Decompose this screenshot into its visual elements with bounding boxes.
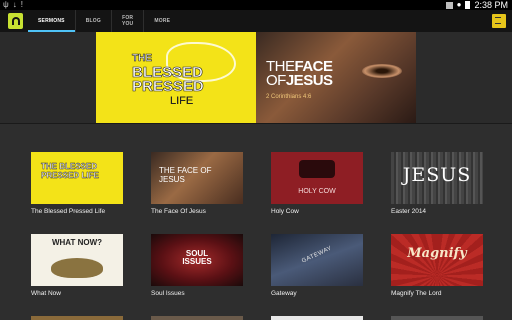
sermon-thumbnail: THE FACE OF JESUS (151, 152, 243, 204)
eye-image (362, 64, 402, 78)
hero-face-of-jesus[interactable]: THEFACE OFJESUS 2 Corinthians 4:6 (256, 32, 416, 123)
sermon-title: Easter 2014 (391, 208, 427, 215)
hero-blessed-pressed-life[interactable]: THE BLESSED PRESSED LIFE (96, 32, 256, 123)
sermon-thumbnail: WHAT NOW? (31, 234, 123, 286)
sermon-title: Holy Cow (271, 208, 299, 215)
menu-button[interactable] (492, 14, 506, 28)
sermon-thumbnail: HOLY COW (271, 152, 363, 204)
sermon-card[interactable]: SOUL ISSUES Soul Issues (151, 234, 243, 297)
sermon-card[interactable]: THE BLESSED PRESSED LIFE The Blessed Pre… (31, 152, 123, 215)
cow-icon (299, 160, 335, 178)
tab-sermons[interactable]: SERMONS (28, 10, 76, 32)
thumbnail-text: THE BLESSED PRESSED LIFE (41, 162, 99, 180)
sermon-thumbnail: THE BLESSED PRESSED LIFE (31, 152, 123, 204)
sermon-title: Gateway (271, 290, 297, 297)
thumbnail-text: HOLY COW (298, 188, 336, 195)
partial-card[interactable] (391, 316, 483, 320)
wifi-icon: ● (456, 0, 462, 9)
sermon-title: Soul Issues (151, 290, 185, 297)
hero-left-title: THE BLESSED PRESSED LIFE (132, 53, 204, 107)
sermon-card[interactable]: JESUS Easter 2014 (391, 152, 483, 215)
sermon-card[interactable]: THE FACE OF JESUS The Face Of Jesus (151, 152, 243, 215)
thumbnail-text: JESUS (402, 164, 472, 186)
hero-right-subtitle: 2 Corinthians 4:6 (266, 94, 312, 100)
sermon-title: Magnify The Lord (391, 290, 442, 297)
sermon-card[interactable]: WHAT NOW? What Now (31, 234, 123, 297)
clock: 2:38 PM (474, 0, 508, 10)
battery-icon (465, 1, 471, 9)
tab-more[interactable]: MORE (144, 10, 180, 32)
thumbnail-text: Magnify (407, 246, 467, 261)
sermon-card[interactable]: Magnify Magnify The Lord (391, 234, 483, 297)
app-bar: SERMONS BLOG FOR YOU MORE (0, 10, 512, 32)
tab-for-you[interactable]: FOR YOU (112, 10, 145, 32)
sermon-title: The Face Of Jesus (151, 208, 206, 215)
sermon-title: The Blessed Pressed Life (31, 208, 106, 215)
sermon-thumbnail: GATEWAY (271, 234, 363, 286)
sermon-thumbnail: Magnify (391, 234, 483, 286)
alert-icon: ! (20, 0, 23, 9)
featured-banner[interactable]: THE BLESSED PRESSED LIFE THEFACE OFJESUS… (96, 32, 416, 123)
thumbnail-text: SOUL ISSUES (182, 249, 212, 266)
thumbnail-text: WHAT NOW? (51, 238, 103, 247)
tab-bar: SERMONS BLOG FOR YOU MORE (28, 10, 180, 32)
tab-blog[interactable]: BLOG (76, 10, 112, 32)
partial-card[interactable] (271, 316, 363, 320)
partial-card[interactable] (151, 316, 243, 320)
thumbnail-text: GATEWAY (301, 245, 333, 265)
sermon-card[interactable]: GATEWAY Gateway (271, 234, 363, 297)
sermon-thumbnail: SOUL ISSUES (151, 234, 243, 286)
partial-card[interactable] (31, 316, 123, 320)
usb-icon: ψ (3, 0, 9, 9)
app-logo[interactable] (8, 13, 23, 29)
status-bar: ψ ↓ ! ● 2:38 PM (0, 0, 512, 10)
sermon-grid: THE BLESSED PRESSED LIFE The Blessed Pre… (0, 124, 512, 320)
turtle-icon (51, 258, 103, 278)
logo-icon (11, 17, 20, 25)
thumbnail-text: THE FACE OF JESUS (159, 166, 212, 184)
download-icon: ↓ (12, 0, 17, 9)
hero-right-title: THEFACE OFJESUS (266, 58, 333, 89)
sermon-title: What Now (31, 290, 61, 297)
image-icon (445, 1, 453, 9)
sermon-thumbnail: JESUS (391, 152, 483, 204)
sermon-card[interactable]: HOLY COW Holy Cow (271, 152, 363, 215)
